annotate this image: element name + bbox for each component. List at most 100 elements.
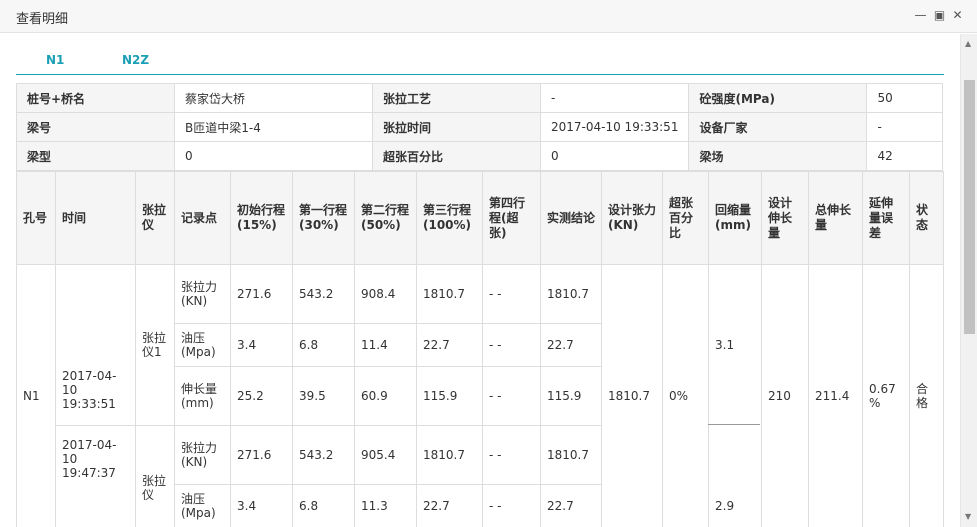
initial-cell: 3.4 xyxy=(230,323,293,367)
header-design-force: 设计张力(KN) xyxy=(601,171,663,265)
info-label-over-pct: 超张百分比 xyxy=(372,141,541,171)
fourth-cell: - - xyxy=(482,484,541,527)
tension-detail-table: 孔号 时间 张拉仪 记录点 初始行程(15%) 第一行程(30%) 第二行程(5… xyxy=(16,171,944,527)
fourth-cell: - - xyxy=(482,425,541,485)
total-elong-cell: 211.4 xyxy=(808,264,863,527)
header-over-pct: 超张百分比 xyxy=(662,171,709,265)
first-cell: 39.5 xyxy=(292,366,355,426)
header-time: 时间 xyxy=(55,171,136,265)
tab-n1[interactable]: N1 xyxy=(46,53,64,67)
first-cell: 543.2 xyxy=(292,264,355,324)
third-cell: 1810.7 xyxy=(416,264,483,324)
info-label-concrete-strength: 砼强度(MPa) xyxy=(688,83,868,113)
fourth-cell: - - xyxy=(482,366,541,426)
record-point-cell: 张拉力(KN) xyxy=(174,425,231,485)
header-total-elong: 总伸长量 xyxy=(808,171,863,265)
retract-cell: 2.9 xyxy=(708,425,762,527)
time-cell: 2017-04-10 19:33:51 xyxy=(55,264,136,426)
header-jack: 张拉仪 xyxy=(135,171,175,265)
second-cell: 905.4 xyxy=(354,425,417,485)
elong-error-cell: 0.67 % xyxy=(862,264,910,527)
record-point-cell: 油压(Mpa) xyxy=(174,484,231,527)
jack-cell: 张拉仪 xyxy=(135,425,175,527)
second-cell: 11.3 xyxy=(354,484,417,527)
window-title: 查看明细 xyxy=(16,12,69,27)
info-value-process: - xyxy=(539,83,690,113)
record-point-cell: 伸长量(mm) xyxy=(174,366,231,426)
initial-cell: 3.4 xyxy=(230,484,293,527)
header-design-elong: 设计伸长量 xyxy=(761,171,809,265)
info-label-beam-no: 梁号 xyxy=(16,112,175,142)
scrollbar-thumb[interactable] xyxy=(964,80,975,334)
maximize-icon[interactable]: ▣ xyxy=(933,9,946,22)
status-cell: 合格 xyxy=(909,264,944,527)
scroll-up-icon[interactable]: ▲ xyxy=(965,39,971,48)
info-label-tension-time: 张拉时间 xyxy=(372,112,541,142)
header-record: 记录点 xyxy=(174,171,231,265)
info-value-tension-time: 2017-04-10 19:33:51 xyxy=(539,112,690,142)
scroll-down-icon[interactable]: ▼ xyxy=(965,512,971,521)
hole-cell: N1 xyxy=(16,264,56,527)
first-cell: 6.8 xyxy=(292,323,355,367)
header-status: 状态 xyxy=(909,171,944,265)
design-force-cell: 1810.7 xyxy=(601,264,663,527)
info-value-beam-no: B匝道中梁1-4 xyxy=(174,112,373,142)
retract-cell: 3.1 xyxy=(708,264,762,426)
second-cell: 60.9 xyxy=(354,366,417,426)
result-cell: 115.9 xyxy=(540,366,602,426)
header-third: 第三行程(100%) xyxy=(416,171,483,265)
header-elong-error: 延伸量误差 xyxy=(862,171,910,265)
initial-cell: 25.2 xyxy=(230,366,293,426)
fourth-cell: - - xyxy=(482,264,541,324)
result-cell: 22.7 xyxy=(540,484,602,527)
record-point-cell: 张拉力(KN) xyxy=(174,264,231,324)
second-cell: 11.4 xyxy=(354,323,417,367)
design-elong-cell: 210 xyxy=(761,264,809,527)
info-value-yard: 42 xyxy=(866,141,944,171)
info-label-yard: 梁场 xyxy=(688,141,868,171)
jack-cell: 张拉仪1 xyxy=(135,264,175,426)
header-first: 第一行程(30%) xyxy=(292,171,355,265)
header-retract: 回缩量(mm) xyxy=(708,171,762,265)
info-value-manufacturer: - xyxy=(866,112,944,142)
first-cell: 543.2 xyxy=(292,425,355,485)
header-fourth: 第四行程(超张) xyxy=(482,171,541,265)
info-value-beam-type: 0 xyxy=(174,141,373,171)
initial-cell: 271.6 xyxy=(230,264,293,324)
info-value-over-pct: 0 xyxy=(539,141,690,171)
record-point-cell: 油压(Mpa) xyxy=(174,323,231,367)
third-cell: 1810.7 xyxy=(416,425,483,485)
vertical-scrollbar[interactable]: ▲ ▼ xyxy=(960,34,977,527)
first-cell: 6.8 xyxy=(292,484,355,527)
result-cell: 22.7 xyxy=(540,323,602,367)
result-cell: 1810.7 xyxy=(540,264,602,324)
info-label-pile-bridge: 桩号+桥名 xyxy=(16,83,175,113)
third-cell: 115.9 xyxy=(416,366,483,426)
retract-divider xyxy=(708,424,760,425)
info-table: 桩号+桥名 蔡家岱大桥 张拉工艺 - 砼强度(MPa) 50 梁号 B匝道中梁1… xyxy=(16,83,944,171)
tab-n2z[interactable]: N2Z xyxy=(122,53,149,67)
tab-bar: N1 N2Z xyxy=(16,48,944,75)
third-cell: 22.7 xyxy=(416,323,483,367)
info-label-process: 张拉工艺 xyxy=(372,83,541,113)
time-cell: 2017-04-10 19:47:37 xyxy=(55,425,136,527)
info-value-concrete-strength: 50 xyxy=(866,83,944,113)
info-label-manufacturer: 设备厂家 xyxy=(688,112,868,142)
table-row: N1 2017-04-10 19:33:51 张拉仪1 张拉力(KN) 271.… xyxy=(16,264,944,527)
table-header-row: 孔号 时间 张拉仪 记录点 初始行程(15%) 第一行程(30%) 第二行程(5… xyxy=(16,171,944,265)
second-cell: 908.4 xyxy=(354,264,417,324)
close-icon[interactable]: ✕ xyxy=(951,9,964,22)
third-cell: 22.7 xyxy=(416,484,483,527)
fourth-cell: - - xyxy=(482,323,541,367)
info-label-beam-type: 梁型 xyxy=(16,141,175,171)
window-titlebar: 查看明细 — ▣ ✕ xyxy=(0,0,977,33)
header-second: 第二行程(50%) xyxy=(354,171,417,265)
header-initial: 初始行程(15%) xyxy=(230,171,293,265)
minimize-icon[interactable]: — xyxy=(914,9,927,22)
over-pct-cell: 0% xyxy=(662,264,709,527)
result-cell: 1810.7 xyxy=(540,425,602,485)
initial-cell: 271.6 xyxy=(230,425,293,485)
header-hole: 孔号 xyxy=(16,171,56,265)
info-value-pile-bridge: 蔡家岱大桥 xyxy=(174,83,373,113)
header-result: 实测结论 xyxy=(540,171,602,265)
